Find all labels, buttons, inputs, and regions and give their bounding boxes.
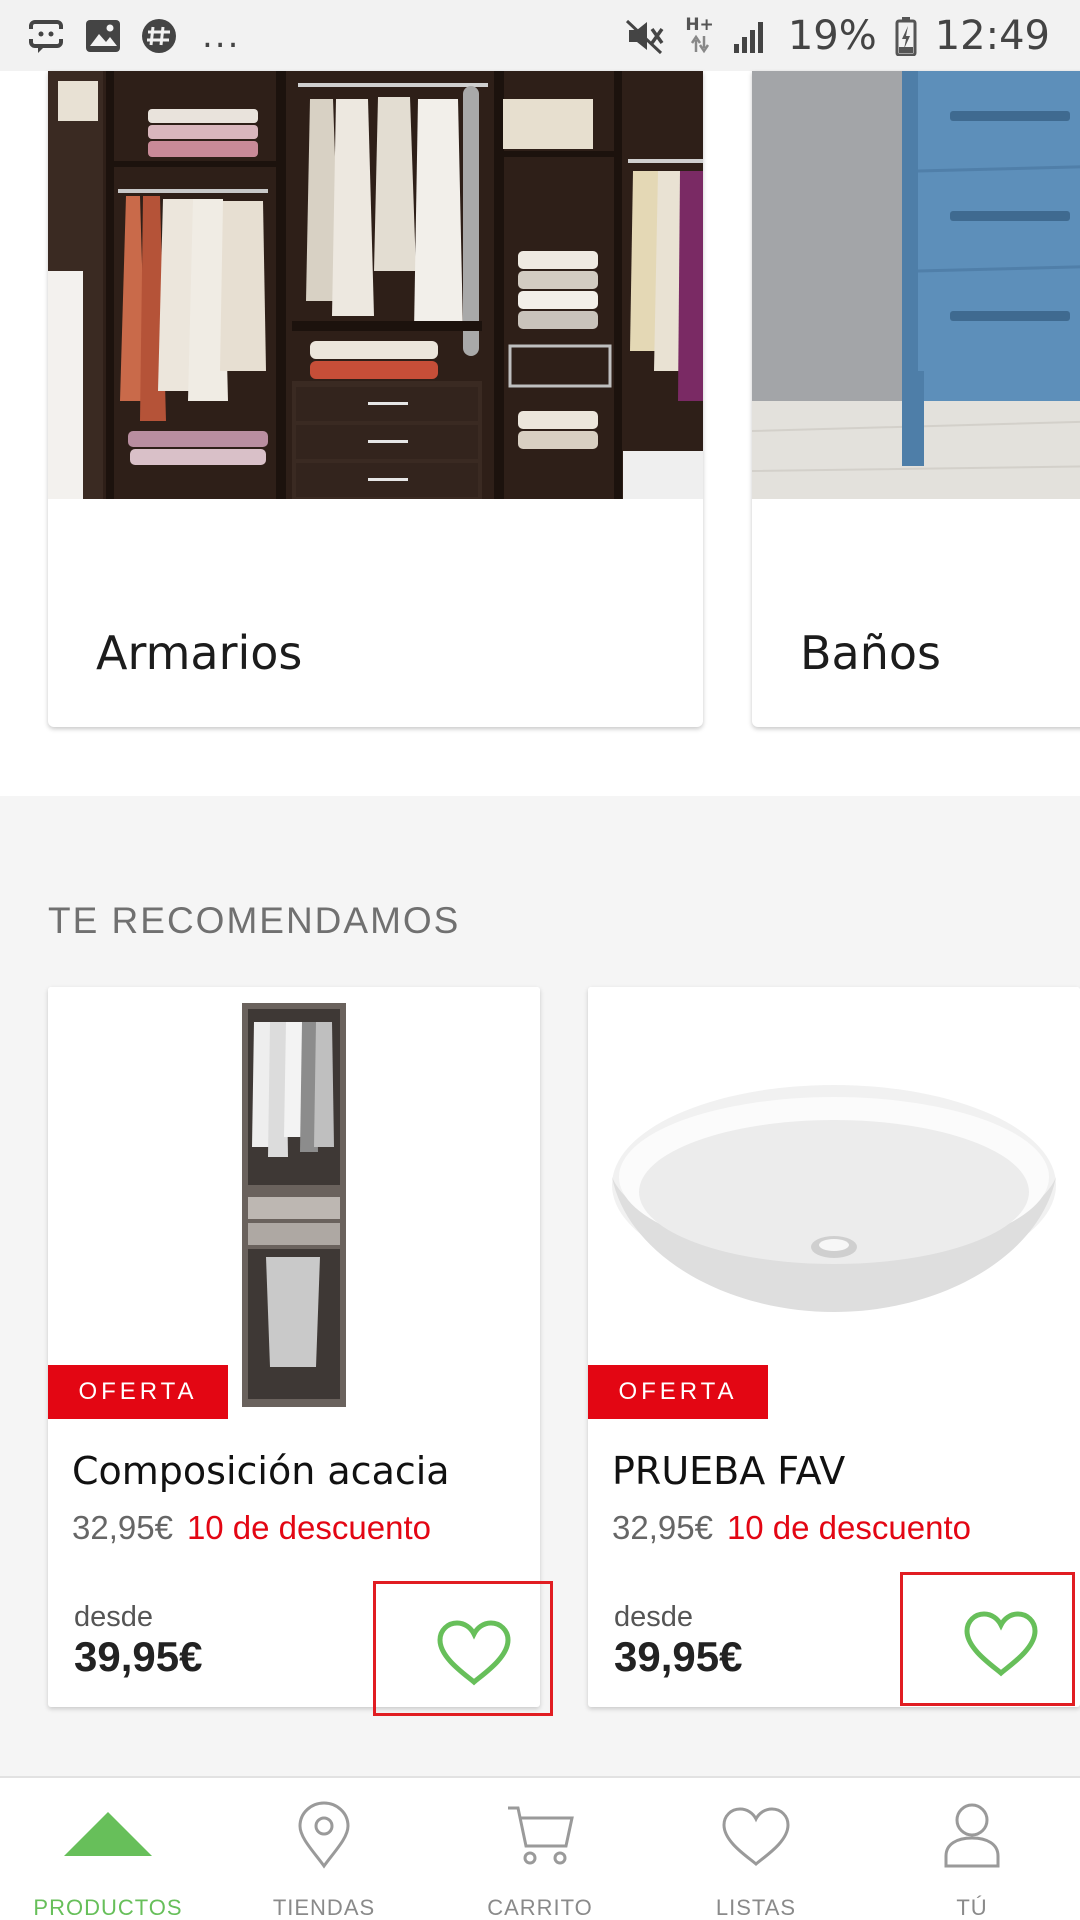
status-right: H+ 19% 12:49 (625, 13, 1050, 59)
wardrobe-module-photo (48, 987, 540, 1407)
product-name: Composición acacia (72, 1449, 450, 1493)
network-type-label: H+ (685, 15, 714, 35)
nav-productos[interactable]: PRODUCTOS (0, 1778, 216, 1920)
offer-badge: OFERTA (588, 1365, 768, 1419)
bottom-navigation: PRODUCTOS TIENDAS CARRITO LISTAS TÚ (0, 1776, 1080, 1920)
status-bar: ... H+ 19% 12:49 (0, 0, 1080, 71)
clock: 12:49 (934, 12, 1050, 59)
gallery-notification-icon (86, 19, 120, 52)
product-price: 39,95€ (614, 1633, 743, 1680)
old-price: 32,95€ (612, 1509, 713, 1546)
nav-listas[interactable]: LISTAS (648, 1778, 864, 1920)
nav-label: TIENDAS (272, 1895, 376, 1920)
old-price: 32,95€ (72, 1509, 173, 1546)
nav-label: LISTAS (715, 1895, 797, 1920)
heart-icon (722, 1807, 790, 1866)
data-arrows-icon (690, 34, 709, 54)
triangle-icon (64, 1812, 152, 1856)
network-type: H+ (685, 15, 714, 54)
nav-label: PRODUCTOS (33, 1895, 183, 1920)
section-title: TE RECOMENDAMOS (48, 900, 461, 941)
nav-tiendas[interactable]: TIENDAS (216, 1778, 432, 1920)
product-price: 39,95€ (74, 1633, 203, 1680)
offer-badge: OFERTA (48, 1365, 228, 1419)
nav-label: CARRITO (487, 1895, 593, 1920)
app-notification-icon (142, 18, 176, 53)
location-pin-icon (298, 1801, 350, 1869)
chat-notification-icon (28, 19, 64, 53)
nav-label: TÚ (956, 1895, 988, 1920)
from-label: desde (74, 1601, 154, 1633)
more-notifications: ... (202, 15, 241, 56)
bathroom-cabinet-photo (752, 71, 1080, 499)
discount-text: 10 de descuento (186, 1509, 431, 1546)
category-label: Armarios (96, 626, 303, 680)
favorite-button[interactable] (373, 1581, 553, 1716)
price-row: 32,95€ 10 de descuento (612, 1509, 971, 1547)
nav-tu[interactable]: TÚ (864, 1778, 1080, 1920)
battery-charging-icon (895, 16, 917, 56)
favorite-button[interactable] (900, 1572, 1075, 1706)
signal-icon (733, 21, 763, 53)
price-row: 32,95€ 10 de descuento (72, 1509, 431, 1547)
category-label: Baños (800, 626, 942, 680)
washbasin-photo (588, 987, 1080, 1407)
category-card-banos[interactable]: Baños (752, 71, 1080, 727)
product-name: PRUEBA FAV (612, 1449, 846, 1493)
heart-icon (437, 1620, 511, 1686)
cart-icon (508, 1806, 574, 1865)
from-label: desde (614, 1601, 694, 1633)
user-icon (944, 1803, 1000, 1868)
heart-icon (964, 1611, 1038, 1677)
battery-percent: 19% (787, 12, 877, 59)
discount-text: 10 de descuento (726, 1509, 971, 1546)
status-left: ... (28, 16, 240, 56)
mute-vibrate-icon (626, 19, 664, 54)
wardrobe-photo (48, 71, 703, 499)
nav-carrito[interactable]: CARRITO (432, 1778, 648, 1920)
category-card-armarios[interactable]: Armarios (48, 71, 703, 727)
